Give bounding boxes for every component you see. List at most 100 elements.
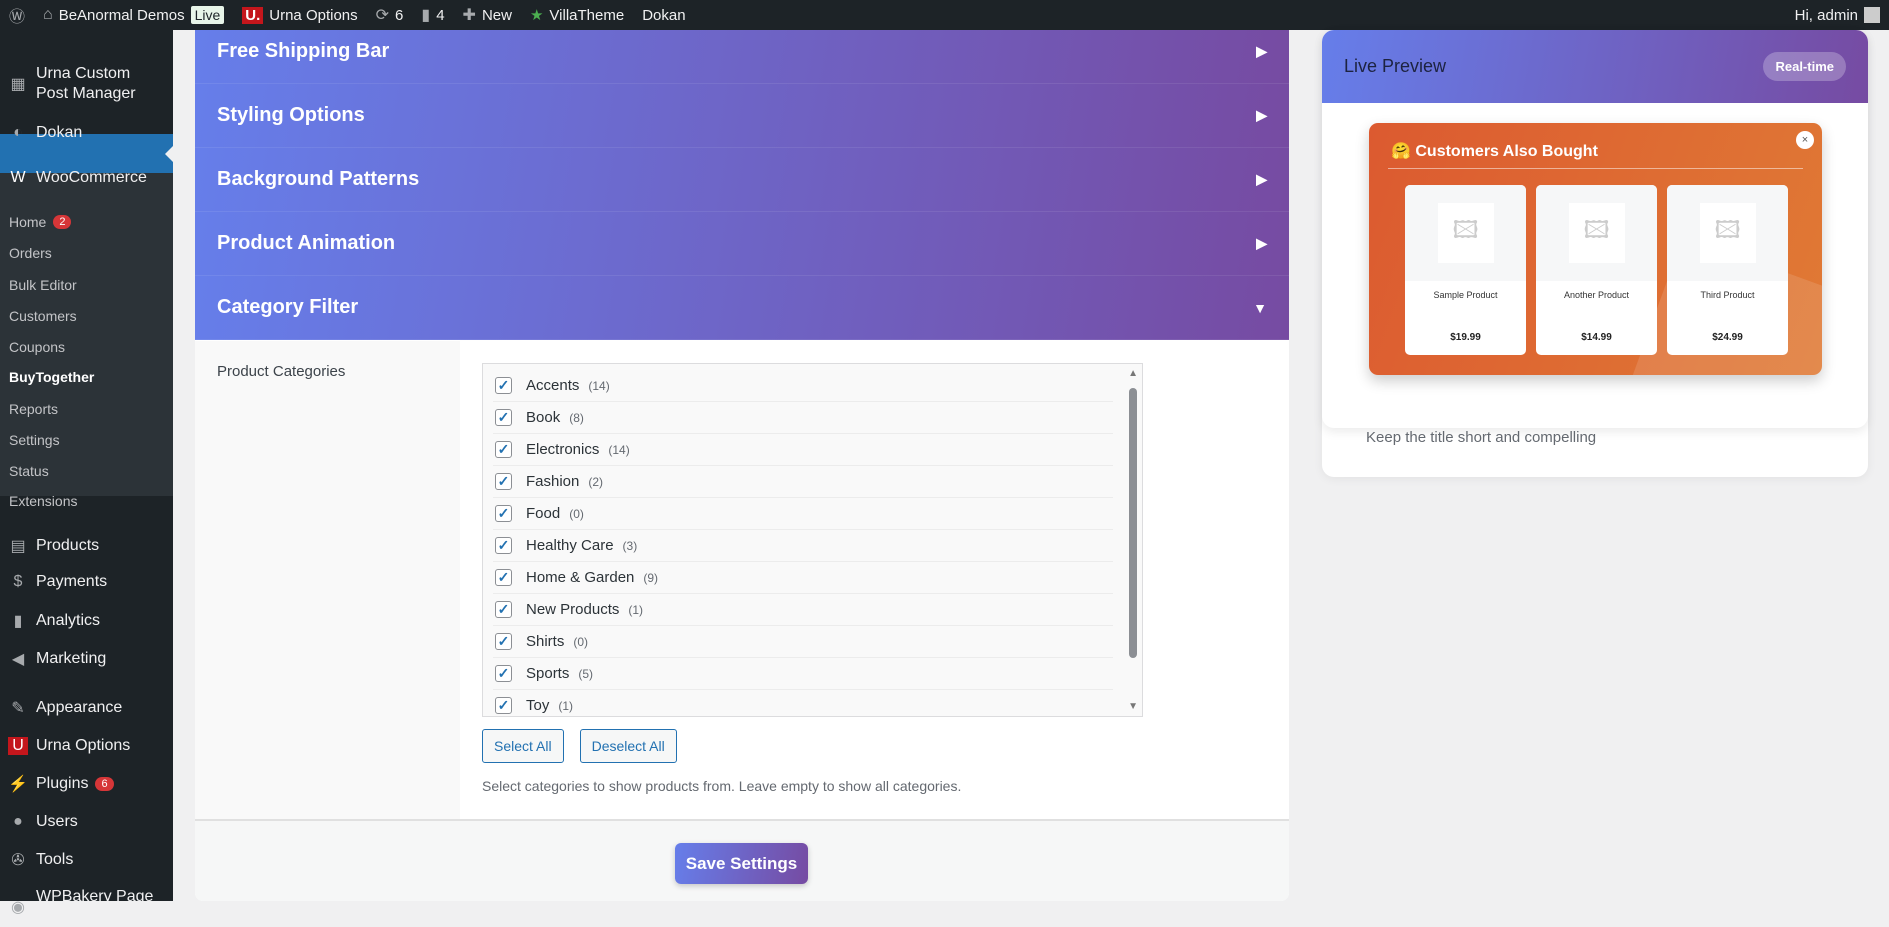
checkbox[interactable]: ✓ — [495, 505, 512, 522]
category-item[interactable]: ✓ Healthy Care (3) — [493, 530, 1113, 562]
sidebar-item-bulk-editor[interactable]: Bulk Editor — [0, 277, 173, 293]
new-content-link[interactable]: ✚ New — [454, 0, 521, 30]
sidebar-item-label: Urna Custom Post Manager — [36, 65, 136, 102]
category-item[interactable]: ✓ New Products (1) — [493, 594, 1113, 626]
dollar-icon: $ — [13, 573, 23, 590]
category-item[interactable]: ✓ Food (0) — [493, 498, 1113, 530]
triangle-down-icon: ▼ — [1253, 299, 1267, 316]
sidebar-item-marketing[interactable]: ◀ Marketing — [0, 649, 173, 669]
checkbox[interactable]: ✓ — [495, 633, 512, 650]
updates-link[interactable]: ⟳ 6 — [367, 0, 413, 30]
sidebar-item-coupons[interactable]: Coupons — [0, 339, 173, 355]
sidebar-item-woocommerce[interactable]: W WooCommerce — [0, 169, 173, 187]
user-icon: ● — [13, 813, 23, 830]
deselect-all-button[interactable]: Deselect All — [579, 729, 677, 763]
dokan-link[interactable]: Dokan — [633, 0, 694, 30]
category-item[interactable]: ✓ Electronics (14) — [493, 434, 1113, 466]
category-item[interactable]: ✓ Shirts (0) — [493, 626, 1113, 658]
updates-icon: ⟳ — [375, 7, 390, 24]
sidebar-item-extensions[interactable]: Extensions — [0, 493, 173, 509]
scroll-down-icon[interactable]: ▼ — [1128, 701, 1138, 712]
sidebar-item-urna-custom-post-manager[interactable]: ▦ Urna Custom Post Manager — [0, 64, 173, 104]
section-title: Background Patterns — [217, 168, 420, 190]
category-item[interactable]: ✓ Fashion (2) — [493, 466, 1113, 498]
section-header-free-shipping-bar[interactable]: Free Shipping Bar ▶ — [195, 30, 1289, 84]
scrollbar[interactable] — [1129, 388, 1137, 658]
category-item[interactable]: ✓ Accents (14) — [493, 370, 1113, 402]
live-badge: Live — [190, 6, 225, 24]
checkbox[interactable]: ✓ — [495, 665, 512, 682]
sidebar-item-wpbakery-page-builder[interactable]: ◉ WPBakery Page Builder — [0, 887, 173, 927]
layout-icon: ▦ — [10, 76, 26, 93]
save-settings-button[interactable]: Save Settings — [675, 843, 808, 884]
wordpress-logo-icon[interactable]: Ⓦ — [0, 0, 34, 30]
my-account-link[interactable]: Hi, admin — [1786, 0, 1889, 30]
urna-logo-icon: U. — [242, 6, 264, 24]
checkbox[interactable]: ✓ — [495, 441, 512, 458]
triangle-right-icon: ▶ — [1256, 107, 1267, 123]
sidebar-item-buytogether[interactable]: BuyTogether — [0, 369, 173, 385]
category-count: (9) — [643, 570, 659, 585]
product-card[interactable]: 🖾 Sample Product $19.99 — [1405, 185, 1526, 355]
checkbox[interactable]: ✓ — [495, 409, 512, 426]
sidebar-item-products[interactable]: ▤ Products — [0, 536, 173, 556]
sidebar-item-orders[interactable]: Orders — [0, 245, 173, 261]
sidebar-item-label: Marketing — [36, 650, 107, 667]
villatheme-link[interactable]: ★ VillaTheme — [521, 0, 633, 30]
sidebar-item-home[interactable]: Home 2 — [0, 214, 173, 230]
category-item[interactable]: ✓ Sports (5) — [493, 658, 1113, 690]
sidebar-item-dokan[interactable]: ◐ Dokan — [0, 124, 173, 142]
sidebar-item-tools[interactable]: ✇ Tools — [0, 850, 173, 870]
sidebar-item-label: Payments — [36, 573, 108, 590]
checkbox[interactable]: ✓ — [495, 601, 512, 618]
select-all-button[interactable]: Select All — [482, 729, 564, 763]
sidebar-item-label: Home — [9, 214, 47, 230]
checkbox[interactable]: ✓ — [495, 473, 512, 490]
sidebar-item-payments[interactable]: $ Payments — [0, 573, 173, 591]
sidebar-item-plugins[interactable]: ⚡ Plugins 6 — [0, 774, 173, 794]
title-hint: Keep the title short and compelling — [1366, 429, 1597, 446]
close-icon[interactable]: × — [1796, 131, 1814, 149]
sidebar-item-reports[interactable]: Reports — [0, 401, 173, 417]
category-help-text: Select categories to show products from.… — [482, 778, 962, 794]
urna-options-link[interactable]: U. Urna Options — [233, 0, 366, 30]
product-price: $19.99 — [1450, 332, 1481, 343]
site-name-link[interactable]: ⌂ BeAnormal Demos Live — [34, 0, 233, 30]
category-item[interactable]: ✓ Book (8) — [493, 402, 1113, 434]
sidebar-item-label: BuyTogether — [9, 369, 95, 385]
category-item[interactable]: ✓ Toy (1) — [493, 690, 1113, 716]
product-name: Sample Product — [1433, 290, 1498, 300]
product-price: $24.99 — [1712, 332, 1743, 343]
live-preview-title: Live Preview — [1344, 56, 1447, 76]
admin-sidebar: ▦ Urna Custom Post Manager ◐ Dokan W WooComme… — [0, 30, 173, 925]
comments-link[interactable]: ▮ 4 — [412, 0, 453, 30]
comments-count: 4 — [436, 6, 445, 24]
sidebar-item-label: Bulk Editor — [9, 277, 77, 293]
triangle-right-icon: ▶ — [1256, 171, 1267, 187]
product-card[interactable]: 🖾 Third Product $24.99 — [1667, 185, 1788, 355]
archive-icon: ▤ — [10, 538, 26, 555]
sidebar-item-customers[interactable]: Customers — [0, 308, 173, 324]
sidebar-item-status[interactable]: Status — [0, 463, 173, 479]
section-header-background-patterns[interactable]: Background Patterns ▶ — [195, 148, 1289, 212]
section-header-product-animation[interactable]: Product Animation ▶ — [195, 212, 1289, 276]
sidebar-item-analytics[interactable]: ▮ Analytics — [0, 611, 173, 631]
sidebar-item-label: Tools — [36, 851, 74, 868]
checkbox[interactable]: ✓ — [495, 569, 512, 586]
sidebar-item-urna-options[interactable]: U Urna Options — [0, 737, 173, 755]
scroll-up-icon[interactable]: ▲ — [1128, 368, 1138, 379]
settings-footer: Save Settings — [195, 819, 1289, 901]
category-count: (14) — [588, 378, 610, 393]
section-header-styling-options[interactable]: Styling Options ▶ — [195, 84, 1289, 148]
sidebar-item-users[interactable]: ● Users — [0, 813, 173, 831]
product-card[interactable]: 🖾 Another Product $14.99 — [1536, 185, 1657, 355]
checkbox[interactable]: ✓ — [495, 537, 512, 554]
category-item[interactable]: ✓ Home & Garden (9) — [493, 562, 1113, 594]
category-list[interactable]: ✓ Accents (14) ✓ Book (8) ✓ Electronics (14) ✓ Fas… — [482, 363, 1143, 717]
checkbox[interactable]: ✓ — [495, 697, 512, 714]
category-name: Shirts — [526, 633, 565, 650]
checkbox[interactable]: ✓ — [495, 377, 512, 394]
sidebar-item-appearance[interactable]: ✎ Appearance — [0, 698, 173, 718]
section-header-category-filter[interactable]: Category Filter ▼ — [195, 276, 1289, 340]
sidebar-item-settings[interactable]: Settings — [0, 432, 173, 448]
